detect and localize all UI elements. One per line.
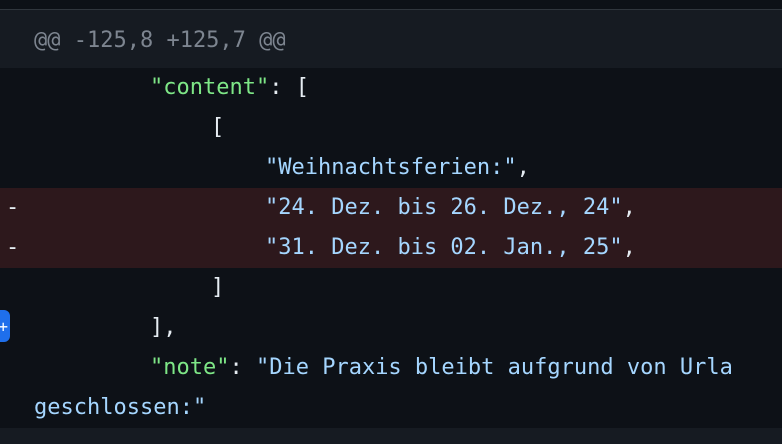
deletion-marker: - bbox=[6, 235, 20, 260]
diff-line[interactable]: ], bbox=[0, 308, 782, 348]
code-text: "24. Dez. bis 26. Dez., 24", bbox=[265, 194, 636, 222]
json-string: "31. Dez. bis 02. Jan., 25" bbox=[265, 235, 623, 260]
code-text: "content": [ bbox=[150, 74, 309, 102]
code-text: ] bbox=[211, 275, 225, 300]
diff-line-wrapped[interactable]: geschlossen:" bbox=[0, 388, 782, 428]
code-text: "Weihnachtsferien:", bbox=[265, 154, 530, 182]
json-string: geschlossen:" bbox=[34, 395, 207, 420]
json-string: "Die Praxis bleibt aufgrund von Urla bbox=[255, 355, 733, 380]
diff-line-deleted[interactable]: - "24. Dez. bis 26. Dez., 24", bbox=[0, 188, 782, 228]
code-text: "31. Dez. bis 02. Jan., 25", bbox=[265, 234, 636, 262]
diff-line-deleted[interactable]: - "31. Dez. bis 02. Jan., 25", bbox=[0, 228, 782, 268]
diff-line[interactable]: "note": "Die Praxis bleibt aufgrund von … bbox=[0, 348, 782, 388]
hunk-header[interactable]: @@ -125,8 +125,7 @@ bbox=[0, 10, 782, 68]
diff-bottom-strip bbox=[0, 428, 782, 444]
diff-line[interactable]: "Weihnachtsferien:", bbox=[0, 148, 782, 188]
code-text: ], bbox=[150, 315, 177, 340]
json-string: "Weihnachtsferien:" bbox=[265, 155, 517, 180]
diff-top-border bbox=[0, 0, 782, 10]
code-text: "note": "Die Praxis bleibt aufgrund von … bbox=[150, 354, 733, 382]
diff-viewer: @@ -125,8 +125,7 @@ "content": [ [ "Weih… bbox=[0, 0, 782, 444]
json-punctuation: , bbox=[622, 235, 636, 260]
code-text: geschlossen:" bbox=[34, 394, 206, 422]
diff-line[interactable]: "content": [ bbox=[0, 68, 782, 108]
json-punctuation: : [ bbox=[269, 75, 309, 100]
json-punctuation: : bbox=[229, 355, 256, 380]
json-punctuation: , bbox=[516, 155, 530, 180]
json-punctuation: , bbox=[622, 195, 636, 220]
diff-line[interactable]: ] bbox=[0, 268, 782, 308]
json-key: "note" bbox=[150, 355, 230, 380]
plus-icon: + bbox=[0, 316, 8, 336]
json-string: "24. Dez. bis 26. Dez., 24" bbox=[265, 195, 623, 220]
json-key: "content" bbox=[150, 75, 270, 100]
code-text: [ bbox=[211, 115, 225, 140]
deletion-marker: - bbox=[6, 195, 20, 220]
hunk-header-text: @@ -125,8 +125,7 @@ bbox=[34, 28, 286, 53]
add-comment-button[interactable]: + bbox=[0, 310, 10, 342]
diff-line[interactable]: [ bbox=[0, 108, 782, 148]
